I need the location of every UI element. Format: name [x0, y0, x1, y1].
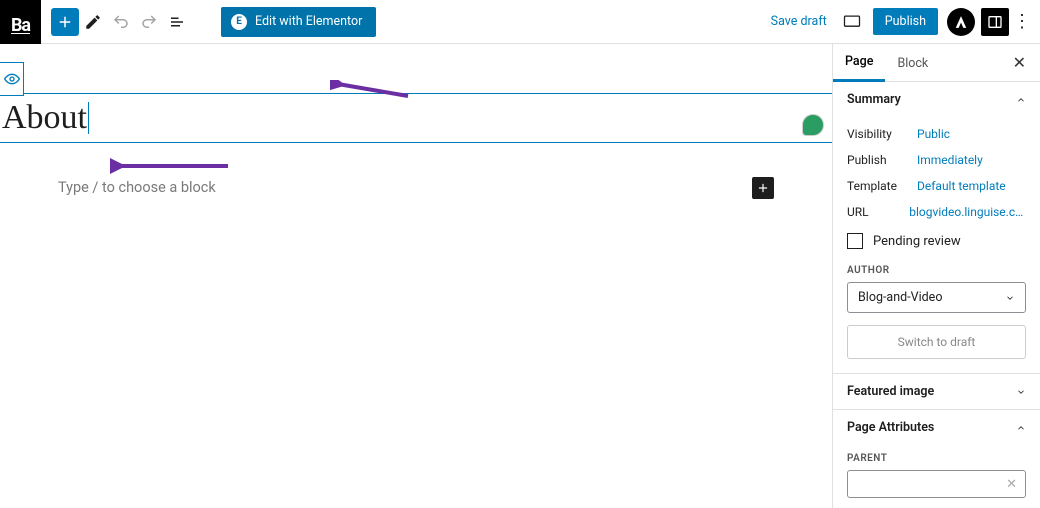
preview-eye-tab[interactable]	[0, 62, 24, 96]
top-toolbar: Ba E Edit with Elementor Save draft	[0, 0, 1040, 44]
tab-block[interactable]: Block	[885, 45, 940, 81]
settings-sidebar-toggle[interactable]	[981, 8, 1009, 36]
author-section-label: AUTHOR	[847, 261, 1026, 282]
author-value: Blog-and-Video	[858, 290, 942, 305]
placeholder-text: Type / to choose a block	[58, 179, 216, 196]
close-sidebar-button[interactable]: ✕	[1009, 53, 1030, 72]
clear-parent-icon[interactable]: ✕	[1006, 477, 1017, 492]
document-outline-button[interactable]	[163, 8, 191, 36]
editor-canvas: About Type / to choose a block	[0, 44, 832, 508]
template-value[interactable]: Default template	[917, 179, 1006, 193]
author-select[interactable]: Blog-and-Video	[847, 282, 1026, 313]
page-title: About	[2, 98, 87, 138]
visibility-value[interactable]: Public	[917, 127, 950, 141]
page-attributes-panel-toggle[interactable]: Page Attributes	[833, 410, 1040, 445]
more-options-button[interactable]: ⋮	[1012, 11, 1032, 32]
chat-bubble-icon[interactable]	[802, 114, 824, 136]
summary-panel-toggle[interactable]: Summary	[833, 82, 1040, 117]
undo-button[interactable]	[107, 8, 135, 36]
page-attributes-heading: Page Attributes	[847, 420, 934, 435]
add-block-inline-button[interactable]	[752, 177, 774, 199]
publish-value[interactable]: Immediately	[917, 153, 983, 167]
elementor-icon: E	[231, 14, 247, 30]
site-logo[interactable]: Ba	[0, 0, 41, 44]
edit-with-elementor-button[interactable]: E Edit with Elementor	[221, 7, 376, 37]
parent-select[interactable]: ✕	[847, 470, 1026, 498]
visibility-label: Visibility	[847, 127, 917, 141]
summary-heading: Summary	[847, 92, 901, 107]
astra-icon[interactable]	[947, 8, 975, 36]
title-block[interactable]: About	[0, 93, 832, 143]
block-placeholder[interactable]: Type / to choose a block	[58, 179, 774, 196]
chevron-down-icon	[1016, 387, 1026, 397]
featured-image-panel-toggle[interactable]: Featured image	[833, 374, 1040, 409]
chevron-up-icon	[1016, 423, 1026, 433]
pending-review-checkbox[interactable]: Pending review	[847, 225, 1026, 261]
url-value[interactable]: blogvideo.linguise.com…	[909, 205, 1026, 219]
preview-icon[interactable]	[837, 7, 867, 37]
chevron-up-icon	[1016, 95, 1026, 105]
tab-page[interactable]: Page	[833, 44, 885, 82]
featured-image-heading: Featured image	[847, 384, 934, 399]
checkbox-icon	[847, 233, 863, 249]
template-label: Template	[847, 179, 917, 193]
parent-section-label: PARENT	[847, 449, 1026, 470]
chevron-down-icon	[1005, 293, 1015, 303]
settings-sidebar: Page Block ✕ Summary VisibilityPublic Pu…	[832, 44, 1040, 508]
redo-button[interactable]	[135, 8, 163, 36]
switch-to-draft-button[interactable]: Switch to draft	[847, 325, 1026, 359]
publish-label: Publish	[847, 153, 917, 167]
pending-review-label: Pending review	[873, 234, 961, 249]
publish-button[interactable]: Publish	[873, 8, 938, 35]
elementor-label: Edit with Elementor	[255, 14, 362, 29]
edit-icon[interactable]	[79, 8, 107, 36]
add-block-button[interactable]	[51, 8, 79, 36]
url-label: URL	[847, 205, 909, 219]
save-draft-link[interactable]: Save draft	[771, 14, 827, 29]
annotation-arrow-2	[110, 158, 230, 174]
